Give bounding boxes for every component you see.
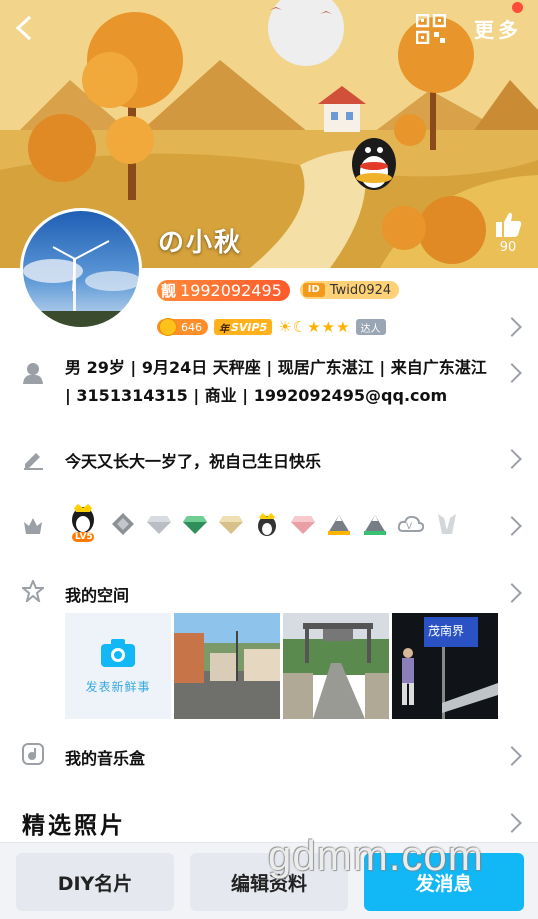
- penguin-crown-icon: [253, 511, 280, 538]
- account-badges: 靓 1992092495 ID Twid0924: [157, 279, 400, 301]
- liang-label: 靓: [161, 281, 177, 300]
- penguin-medal-icon: LV5: [66, 504, 100, 544]
- sun-icon: ☀: [278, 318, 292, 336]
- level-number: 646: [181, 320, 202, 334]
- space-thumbnails: 发表新鲜事 茂南界: [65, 613, 498, 719]
- edit-icon: [22, 448, 44, 470]
- chevron-right-icon[interactable]: [502, 449, 522, 469]
- send-message-button[interactable]: 发消息: [364, 853, 524, 911]
- qid-icon: ID: [302, 283, 325, 297]
- chevron-right-icon[interactable]: [502, 746, 522, 766]
- thumbs-up-icon: [496, 212, 522, 237]
- camera-icon: [101, 638, 135, 667]
- qrcode-icon[interactable]: [415, 13, 447, 45]
- space-photo[interactable]: [174, 613, 280, 719]
- qq-number-badge[interactable]: 靓 1992092495: [157, 279, 290, 301]
- space-photo[interactable]: 茂南界: [392, 613, 498, 719]
- music-box-icon: [22, 743, 44, 765]
- chevron-right-icon[interactable]: [502, 583, 522, 603]
- space-star-icon: [20, 578, 46, 604]
- back-icon[interactable]: [10, 12, 40, 44]
- selected-photos-title[interactable]: 精选照片: [22, 806, 126, 840]
- chevron-right-icon[interactable]: [502, 363, 522, 383]
- svg-text:茂南界: 茂南界: [428, 623, 464, 638]
- moon-icon: ☾: [292, 318, 307, 336]
- post-new-label: 发表新鲜事: [85, 679, 151, 694]
- daren-label: 达人: [360, 323, 381, 335]
- star-icon: ★: [321, 318, 336, 336]
- cloud-v-icon: V: [397, 511, 424, 538]
- tuxedo-icon: [433, 511, 460, 538]
- qq-number: 1992092495: [180, 280, 282, 300]
- more-button[interactable]: 更多: [474, 14, 522, 43]
- space-title[interactable]: 我的空间: [65, 582, 129, 606]
- avatar[interactable]: [20, 208, 142, 330]
- crown-medal-icon: [109, 511, 136, 538]
- medal-wall-icon: [22, 514, 44, 536]
- signature[interactable]: 今天又长大一岁了，祝自己生日快乐: [65, 448, 321, 472]
- svg-text:V: V: [406, 522, 413, 532]
- level-badge: 646: [157, 318, 208, 336]
- like-button[interactable]: 90: [490, 210, 526, 260]
- chevron-right-icon[interactable]: [502, 813, 522, 833]
- person-icon: [22, 362, 44, 384]
- edit-profile-button[interactable]: 编辑资料: [190, 853, 348, 911]
- star-icon: ★: [307, 318, 321, 336]
- space-photo[interactable]: [283, 613, 389, 719]
- qid-text: Twid0924: [329, 282, 392, 298]
- nickname: の小秋: [158, 228, 243, 258]
- medal-level: LV5: [75, 532, 93, 542]
- gold-diamond-icon: [217, 511, 244, 538]
- notification-dot: [512, 2, 523, 13]
- daren-badge: 达人: [355, 319, 386, 335]
- diy-card-button[interactable]: DIY名片: [16, 853, 174, 911]
- post-new-button[interactable]: 发表新鲜事: [65, 613, 171, 719]
- green-mountain-icon: [361, 511, 388, 538]
- qid-badge[interactable]: ID Twid0924: [299, 281, 400, 299]
- green-diamond-icon: [181, 511, 208, 538]
- chevron-right-icon[interactable]: [502, 516, 522, 536]
- svip-label: SVIP5: [231, 320, 268, 334]
- level-icons: ☀ ☾ ★ ★ ★: [278, 318, 349, 336]
- bottom-action-bar: DIY名片 编辑资料 发消息: [0, 842, 538, 919]
- level-badges[interactable]: 646 年 SVIP5 ☀ ☾ ★ ★ ★ 达人: [157, 316, 386, 338]
- svip-badge: 年 SVIP5: [214, 319, 273, 335]
- svip-year: 年: [219, 323, 229, 335]
- mountain-medal-icon: [325, 511, 352, 538]
- star-icon: ★: [336, 318, 350, 336]
- coin-icon: [159, 318, 177, 336]
- music-title[interactable]: 我的音乐盒: [65, 745, 145, 769]
- diamond-medal-icon: [145, 511, 172, 538]
- profile-info: 男 29岁 | 9月24日 天秤座 | 现居广东湛江 | 来自广东湛江 | 31…: [65, 358, 487, 405]
- medal-list[interactable]: LV5 V: [66, 504, 460, 544]
- pink-diamond-icon: [289, 511, 316, 538]
- top-bar: 更多: [0, 0, 538, 56]
- like-count: 90: [499, 240, 517, 255]
- chevron-right-icon[interactable]: [502, 317, 522, 337]
